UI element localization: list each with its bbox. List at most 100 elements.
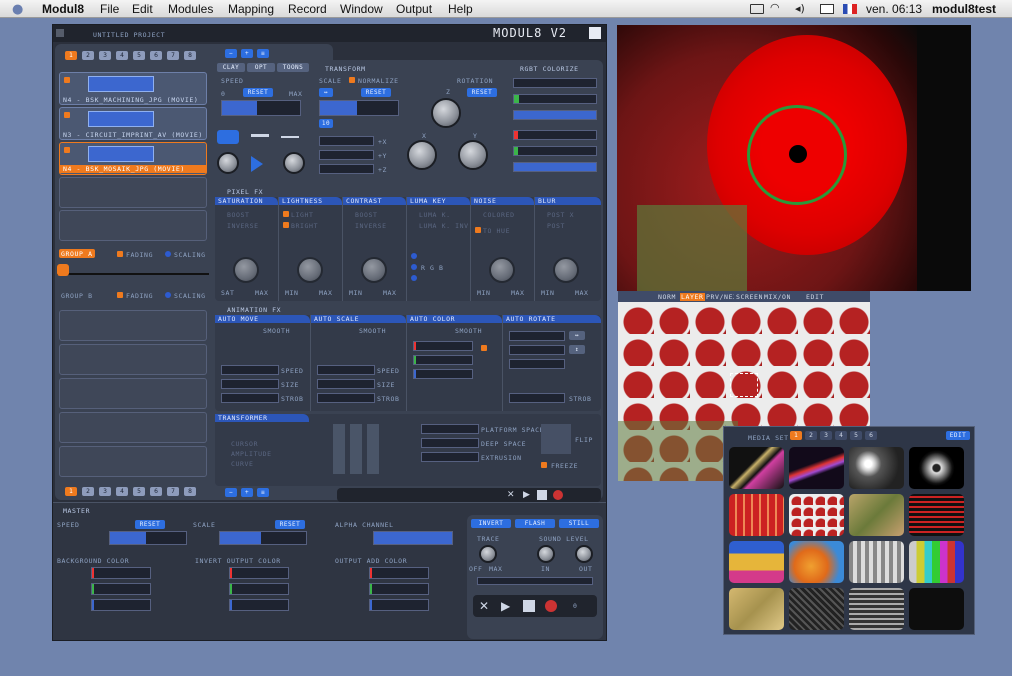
pos-x-field[interactable] xyxy=(319,136,374,146)
toolbar-prv-next[interactable]: PRV/NEXT HV xyxy=(706,293,734,301)
bottom-remove-button[interactable]: + xyxy=(241,488,253,497)
layer-slot-b3[interactable] xyxy=(59,378,207,409)
bottom-menu-button[interactable]: ≡ xyxy=(257,488,269,497)
tab-clay[interactable]: CLAY xyxy=(217,63,245,72)
colorize-bar-3[interactable] xyxy=(513,110,597,120)
media-thumb-8[interactable] xyxy=(909,494,964,536)
layer-slot-b2[interactable] xyxy=(59,344,207,375)
scale-y-button[interactable]: 10 xyxy=(319,119,333,128)
transformer-field-1[interactable] xyxy=(421,424,479,434)
rotation-reset-button[interactable]: RESET xyxy=(467,88,497,97)
rotation-z-knob[interactable] xyxy=(431,98,461,128)
group-b-fading-check[interactable] xyxy=(117,292,123,298)
layer-add-button[interactable]: − xyxy=(225,49,237,58)
rotation-y-knob[interactable] xyxy=(458,140,488,170)
media-thumb-7[interactable] xyxy=(849,494,904,536)
anim-speed-field[interactable] xyxy=(317,365,375,375)
fx-option-check[interactable] xyxy=(283,211,289,217)
fx-knob[interactable] xyxy=(361,257,387,283)
colorize-bar-6[interactable] xyxy=(513,162,597,172)
add-color-g[interactable] xyxy=(369,583,429,595)
fx-header[interactable]: CONTRAST xyxy=(343,197,406,205)
tab-toons[interactable]: TOONS xyxy=(277,63,309,72)
anim-header[interactable]: AUTO SCALE xyxy=(311,315,406,323)
anim-speed-field[interactable] xyxy=(221,365,279,375)
master-stop-icon[interactable]: ✕ xyxy=(479,599,489,613)
transformer-field-3[interactable] xyxy=(421,452,479,462)
group-a-scaling-check[interactable] xyxy=(165,251,171,257)
anim-size-field[interactable] xyxy=(221,379,279,389)
luma-g-radio[interactable] xyxy=(411,264,417,270)
colorize-bar-4[interactable] xyxy=(513,130,597,140)
anim-strob-field[interactable] xyxy=(221,393,279,403)
anim-rotate-x-button[interactable]: ↔ xyxy=(569,331,585,340)
media-thumb-4[interactable] xyxy=(909,447,964,489)
anim-rotate-y[interactable] xyxy=(509,345,565,355)
luma-r-radio[interactable] xyxy=(411,253,417,259)
speed-slider[interactable] xyxy=(221,100,301,116)
toolbar-layer[interactable]: LAYER xyxy=(680,293,705,301)
layer-slot-1[interactable]: N4 - BSK_MACHINING_JPG (MOVIE) xyxy=(59,72,207,105)
fx-header[interactable]: BLUR xyxy=(535,197,601,205)
layer-tab-6[interactable]: 6 xyxy=(150,51,162,60)
anim-color-r[interactable] xyxy=(413,341,473,351)
toolbar-norm[interactable]: NORM xyxy=(658,293,676,301)
fx-knob[interactable] xyxy=(297,257,323,283)
flag-icon[interactable] xyxy=(843,4,857,14)
still-button[interactable]: STILL xyxy=(559,519,599,528)
bottom-tab-8[interactable]: 8 xyxy=(184,487,196,496)
master-scale-reset[interactable]: RESET xyxy=(275,520,305,529)
toolbar-edit[interactable]: EDIT xyxy=(806,293,824,301)
freeze-check[interactable] xyxy=(541,462,547,468)
normalize-check[interactable] xyxy=(349,77,355,83)
add-color-r[interactable] xyxy=(369,567,429,579)
battery-icon[interactable] xyxy=(820,4,834,14)
trace-knob[interactable] xyxy=(479,545,497,563)
master-play-icon[interactable]: ▶ xyxy=(501,599,510,613)
preview-cursor-icon[interactable] xyxy=(730,373,758,397)
rotation-x-knob[interactable] xyxy=(407,140,437,170)
playback-knob-right[interactable] xyxy=(283,152,305,174)
scale-reset-button[interactable]: RESET xyxy=(361,88,391,97)
record-small-icon[interactable] xyxy=(553,490,563,500)
master-alpha-slider[interactable] xyxy=(373,531,453,545)
layer-slot-b1[interactable] xyxy=(59,310,207,341)
apple-icon[interactable]: ● xyxy=(12,2,23,17)
media-thumb-12[interactable] xyxy=(909,541,964,583)
layer-slot-3-selected[interactable]: N4 - BSK_MOSAIK_JPG (MOVIE) xyxy=(59,142,207,175)
inv-color-r[interactable] xyxy=(229,567,289,579)
master-progress[interactable] xyxy=(477,577,593,585)
line-button[interactable] xyxy=(281,136,299,138)
menu-user[interactable]: modul8test xyxy=(932,2,996,16)
flip-grid[interactable] xyxy=(541,424,571,454)
layer-slot-empty[interactable] xyxy=(59,177,207,208)
media-thumb-13[interactable] xyxy=(729,588,784,630)
menu-help[interactable]: Help xyxy=(448,2,473,16)
tab-opt[interactable]: OPT xyxy=(247,63,275,72)
layer-active-check[interactable] xyxy=(64,77,70,83)
menu-edit[interactable]: Edit xyxy=(132,2,153,16)
wifi-icon[interactable]: ◠ xyxy=(770,1,780,14)
pos-z-field[interactable] xyxy=(319,164,374,174)
layer-tab-5[interactable]: 5 xyxy=(133,51,145,60)
transformer-arrows[interactable] xyxy=(333,424,379,474)
anim-rotate-x[interactable] xyxy=(509,331,565,341)
layer-tab-4[interactable]: 4 xyxy=(116,51,128,60)
bottom-tab-1[interactable]: 1 xyxy=(65,487,77,496)
master-speed-slider[interactable] xyxy=(109,531,187,545)
media-thumb-5[interactable] xyxy=(729,494,784,536)
fx-header[interactable]: LIGHTNESS xyxy=(279,197,342,205)
anim-color-b[interactable] xyxy=(413,369,473,379)
menu-mapping[interactable]: Mapping xyxy=(228,2,274,16)
layer-tab-3[interactable]: 3 xyxy=(99,51,111,60)
menu-output[interactable]: Output xyxy=(396,2,432,16)
layer-slot-b5[interactable] xyxy=(59,446,207,477)
flash-button[interactable]: FLASH xyxy=(515,519,555,528)
media-thumb-14[interactable] xyxy=(789,588,844,630)
display-icon[interactable] xyxy=(750,4,764,14)
volume-icon[interactable]: ◂) xyxy=(795,2,805,15)
menu-record[interactable]: Record xyxy=(288,2,327,16)
close-icon[interactable] xyxy=(56,29,64,37)
crossfader-handle[interactable] xyxy=(57,264,69,276)
media-tab-1[interactable]: 1 xyxy=(790,431,802,440)
